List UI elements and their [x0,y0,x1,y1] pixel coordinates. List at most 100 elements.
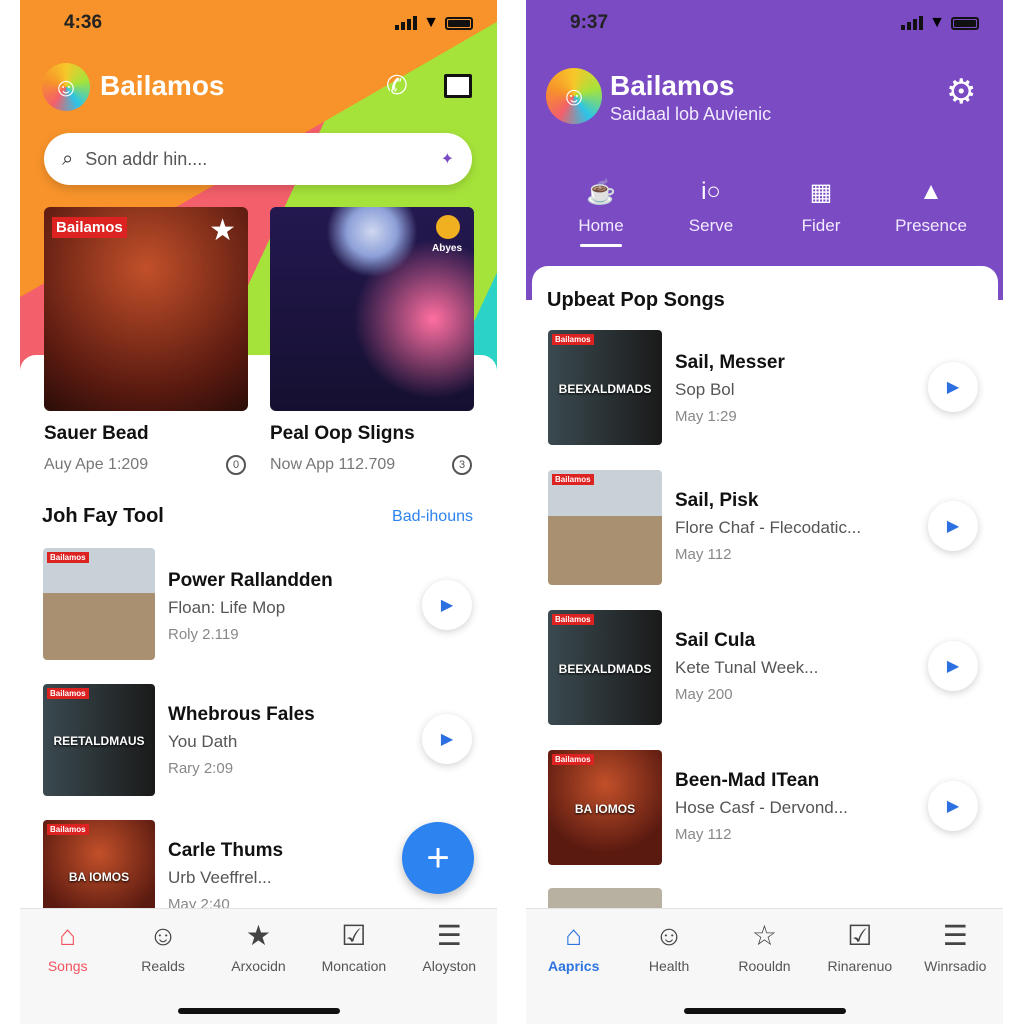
song-subtitle: Sop Bol [675,380,735,399]
song-subtitle: Hose Casf - Dervond... [675,798,848,817]
checkbox-icon: ☑ [341,920,367,951]
song-thumbnail: Bailamos REETALDMAUS [43,684,155,796]
song-subtitle: You Dath [168,732,238,751]
section-link[interactable]: Bad-ihouns [392,508,473,526]
tab-label: Rinarenuo [827,958,893,974]
song-row[interactable]: Bailamos REETALDMAUS Whebrous Fales You Da… [43,684,315,796]
tab-label: Aaprics [548,958,600,974]
tab-serve[interactable]: i○ Serve [656,178,766,247]
tab-label: Presence [895,216,967,235]
app-subtitle: Saidaal lob Auvienic [610,104,772,124]
card-title: Peal Oop Sligns [270,423,415,444]
song-title: Carle Thums [168,840,284,861]
header-background [526,0,1003,300]
song-meta: May 112 [675,546,732,563]
status-bar: 9:37 ▼ [526,12,1003,36]
tab-label: Fider [801,216,841,235]
home-icon: ⌂ [59,920,77,951]
phone-icon[interactable]: ✆ [386,70,408,101]
play-button[interactable]: ▶ [928,641,978,691]
app-logo: ☺ [546,68,602,124]
status-bar: 4:36 ▼ [20,12,497,36]
tab-label: Songs [47,958,88,974]
art-label: BEEXALDMADS [558,661,652,676]
trophy-icon: ☕ [586,179,616,206]
play-button[interactable]: ▶ [928,501,978,551]
song-title: Whebrous Fales [168,704,315,725]
song-thumbnail: Bailamos BA IOMOS [548,750,662,865]
star-icon: ★ [209,214,236,247]
battery-icon [951,16,979,30]
sparkle-icon[interactable]: ✦ [441,149,454,169]
add-button[interactable]: + [402,822,474,894]
song-row[interactable]: Bailamos BEEXALDMADS Sail, Messer Sop Bol M… [548,330,785,445]
signal-icon [901,16,924,30]
album-art: Bailamos ★ [44,207,248,411]
art-label: Bailamos [52,217,127,238]
song-row[interactable]: Bailamos Sail, Pisk Flore Chaf - Flecodat… [548,470,861,585]
song-thumbnail: Bailamos [548,470,662,585]
card-subtitle: Now App 112.709 [270,456,396,473]
compass-icon: ▲︎ [919,178,943,205]
section-title: Upbeat Pop Songs [547,289,725,311]
tab-label: Moncation [321,958,387,974]
song-meta: Rary 2:09 [168,760,234,777]
song-subtitle: Urb Veeffrel... [168,868,272,887]
menu-icon: ☰ [942,920,968,951]
song-row[interactable]: Bailamos BEEXALDMADS Sail Cula Kete Tunal … [548,610,818,725]
card-badge: 3 [452,455,472,475]
song-meta: May 1:29 [675,408,737,425]
badge-icon [436,215,460,239]
search-input[interactable] [85,148,441,170]
card-badge: 0 [226,455,246,475]
song-title: Power Rallandden [168,570,333,591]
search-icon: ⌕ [62,147,74,170]
tab-label: Home [578,216,624,235]
song-subtitle: Kete Tunal Week... [675,658,819,677]
featured-card[interactable]: Abyes Peal Oop Sligns Now App 112.709 3 [270,207,474,475]
song-thumbnail: Bailamos BEEXALDMADS [548,330,662,445]
bottom-tab-bar: ⌂ Aaprics ☺ Health ☆ Roouldn ☑ Rinarenuo ☰ Wi… [526,908,1003,1024]
art-label: BA IOMOS [68,870,130,885]
tab-home[interactable]: ☕ Home [546,178,656,247]
tab-winrsadio[interactable]: ☰ Winrsadio [910,919,1000,1024]
card-subtitle: Auy Ape 1:209 [44,456,149,473]
song-row[interactable]: Bailamos Power Rallandden Floan: Life Mop… [43,548,333,660]
art-label: BEEXALDMADS [558,381,652,396]
news-icon[interactable] [444,74,472,98]
tab-presence[interactable]: ▲︎ Presence [876,178,986,247]
home-icon: ⌂ [565,920,583,951]
search-bar[interactable]: ⌕ ✦ [44,133,472,185]
person-icon: ☺ [654,920,684,951]
person-icon: ☺ [148,920,178,951]
tab-aaprics[interactable]: ⌂ Aaprics [529,919,619,1024]
art-label: REETALDMAUS [53,734,145,749]
tab-fider[interactable]: ▦ Fider [766,178,876,247]
play-button[interactable]: ▶ [928,362,978,412]
song-title: Sail, Messer [675,352,785,373]
io-icon: i○ [701,178,721,205]
right-phone-screen: 9:37 ▼ ☺ Bailamos Saidaal lob Auvienic ⚙… [526,0,1003,1024]
left-phone-screen: 4:36 ▼ ☺ Bailamos ✆ ⌕ ✦ Bailamos ★ Sauer… [20,0,497,1024]
grid-icon: ▦ [809,179,833,206]
tab-label: Aloyston [422,958,477,974]
play-button[interactable]: ▶ [928,781,978,831]
section-title: Joh Fay Tool [42,505,164,527]
tab-aloyston[interactable]: ☰ Aloyston [404,919,494,1024]
wifi-icon: ▼ [423,14,439,31]
song-thumbnail: Bailamos [43,548,155,660]
song-title: Been-Mad ITean [675,770,820,791]
star-outline-icon: ☆ [751,920,778,951]
song-row[interactable]: Bailamos BA IOMOS Been-Mad ITean Hose Casf… [548,750,848,865]
signal-icon [395,16,418,30]
tab-label: Serve [688,216,734,235]
featured-card[interactable]: Bailamos ★ Sauer Bead Auy Ape 1:209 0 [44,207,248,475]
song-subtitle: Flore Chaf - Flecodatic... [675,518,862,537]
battery-icon [445,16,473,30]
play-button[interactable]: ▶ [422,714,472,764]
tab-songs[interactable]: ⌂ Songs [23,919,113,1024]
art-label: BA IOMOS [574,801,636,816]
art-label: Abyes [431,243,462,254]
play-button[interactable]: ▶ [422,580,472,630]
gear-icon[interactable]: ⚙ [946,72,976,112]
